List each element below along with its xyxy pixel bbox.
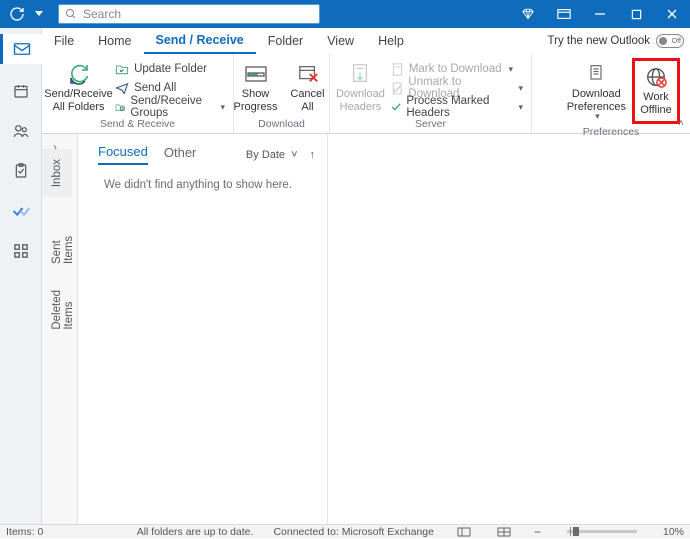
try-new-outlook-toggle[interactable]: Try the new Outlook Off (548, 34, 684, 48)
show-progress-button[interactable]: Show Progress (232, 58, 280, 116)
search-input[interactable]: Search (58, 4, 320, 24)
menu-bar: File Home Send / Receive Folder View Hel… (42, 28, 690, 54)
tab-file[interactable]: File (42, 28, 86, 54)
status-bar: Items: 0 All folders are up to date. Con… (0, 524, 690, 538)
tab-view[interactable]: View (315, 28, 366, 54)
download-headers-button: Download Headers (336, 58, 385, 116)
folder-inbox[interactable]: Inbox (42, 149, 72, 197)
zoom-slider[interactable] (567, 530, 637, 533)
empty-state-label: We didn't find anything to show here. (104, 179, 315, 191)
toggle-off-icon[interactable]: Off (656, 34, 684, 48)
mail-rail-icon[interactable] (0, 34, 42, 64)
sync-icon[interactable] (6, 3, 28, 25)
send-receive-all-button[interactable]: Send/Receive All Folders (48, 58, 109, 116)
process-marked-headers-button[interactable]: Process Marked Headers▾ (389, 98, 525, 116)
left-rail (0, 28, 42, 524)
reading-pane (328, 134, 690, 524)
status-folders: All folders are up to date. (137, 526, 254, 538)
zoom-out-button[interactable]: − (534, 525, 541, 539)
view-reading-icon[interactable] (494, 526, 514, 538)
folder-nav-panel: › Inbox Sent Items Deleted Items (42, 134, 78, 524)
group-label: Download (240, 116, 323, 133)
work-offline-button[interactable]: Work Offline (632, 58, 680, 124)
ribbon: Send/Receive All Folders Update Folder S… (42, 54, 690, 134)
todo-rail-icon[interactable] (7, 198, 35, 224)
sort-direction-icon[interactable]: ↑ (310, 149, 316, 161)
tasks-rail-icon[interactable] (7, 158, 35, 184)
calendar-rail-icon[interactable] (7, 78, 35, 104)
other-tab[interactable]: Other (164, 145, 197, 164)
content-area: › Inbox Sent Items Deleted Items Focused… (42, 134, 690, 524)
cancel-all-button[interactable]: Cancel All (284, 58, 332, 116)
window-mode-icon[interactable] (546, 0, 582, 28)
focused-tab[interactable]: Focused (98, 144, 148, 165)
download-preferences-button[interactable]: Download Preferences▾ (563, 58, 630, 124)
view-normal-icon[interactable] (454, 526, 474, 538)
group-label: Send & Receive (48, 116, 227, 133)
people-rail-icon[interactable] (7, 118, 35, 144)
folder-deleted-items[interactable]: Deleted Items (42, 280, 84, 340)
close-button[interactable] (654, 0, 690, 28)
sort-dropdown[interactable]: By Date ˅ ↑ (246, 149, 315, 161)
tab-send-receive[interactable]: Send / Receive (144, 28, 256, 54)
more-apps-rail-icon[interactable] (7, 238, 35, 264)
maximize-button[interactable] (618, 0, 654, 28)
minimize-button[interactable] (582, 0, 618, 28)
chevron-down-icon: ˅ (291, 149, 297, 161)
folder-sent-items[interactable]: Sent Items (42, 209, 84, 274)
message-list-panel: Focused Other By Date ˅ ↑ We didn't find… (78, 134, 328, 524)
premium-icon[interactable] (510, 0, 546, 28)
search-placeholder: Search (83, 7, 121, 21)
tab-help[interactable]: Help (366, 28, 416, 54)
group-label: Server (336, 116, 525, 133)
ribbon-collapse-icon[interactable]: ˄ (678, 118, 684, 129)
status-connection: Connected to: Microsoft Exchange (273, 526, 434, 538)
tab-home[interactable]: Home (86, 28, 143, 54)
title-bar: Search (0, 0, 690, 28)
tab-folder[interactable]: Folder (256, 28, 315, 54)
zoom-level-label: 10% (663, 526, 684, 538)
qa-dropdown-icon[interactable] (32, 3, 46, 25)
send-receive-groups-button[interactable]: Send/Receive Groups▾ (113, 98, 227, 116)
update-folder-button[interactable]: Update Folder (113, 60, 227, 78)
status-item-count: Items: 0 (6, 526, 43, 538)
